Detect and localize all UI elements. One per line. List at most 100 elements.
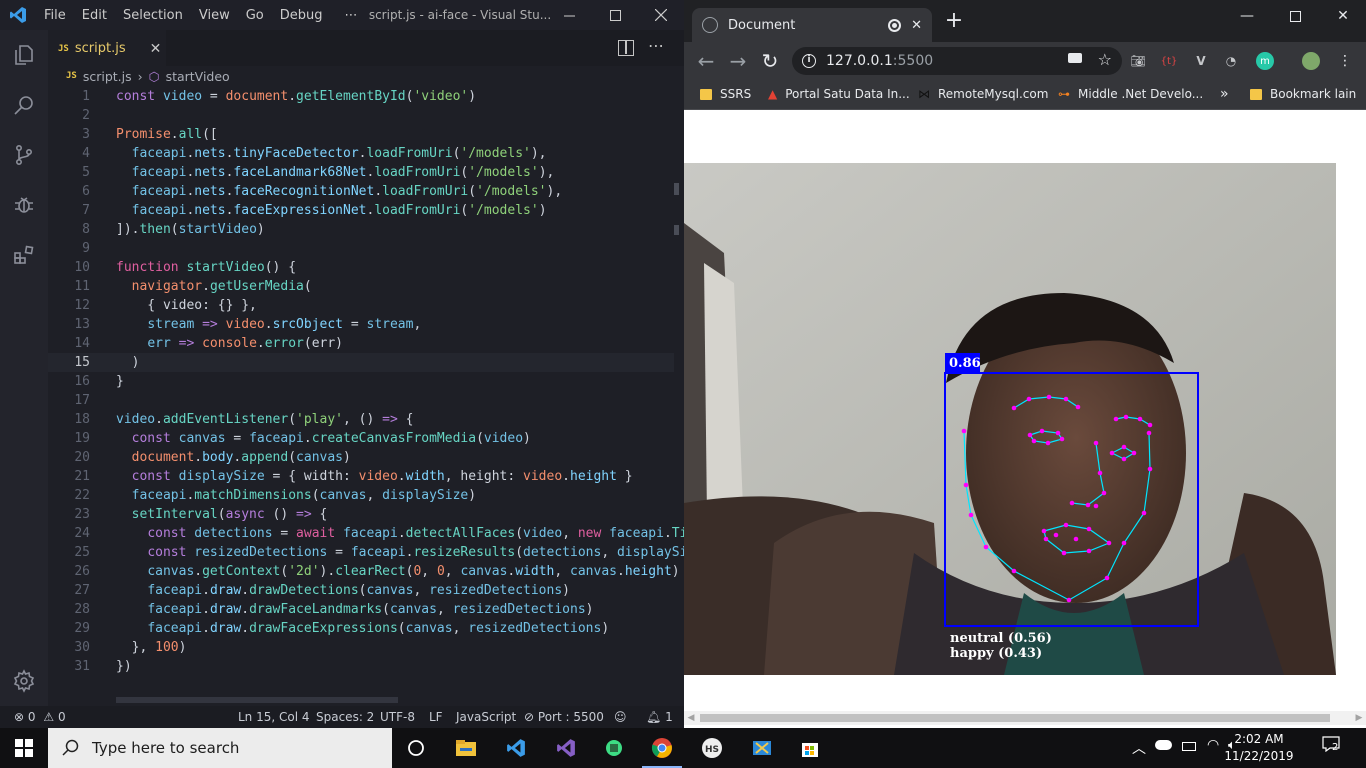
code-line[interactable]: 26 canvas.getContext('2d').clearRect(0, … [48,562,679,581]
battery-icon[interactable] [1182,742,1196,751]
code-line[interactable]: 20 document.body.append(canvas) [48,448,674,467]
code-line[interactable]: 16} [48,372,674,391]
camera-in-use-icon[interactable] [1068,53,1082,63]
code-line[interactable]: 9 [48,239,674,258]
menu-file[interactable]: File [36,8,74,23]
code-line[interactable]: 30 }, 100) [48,638,674,657]
chrome-menu-icon[interactable]: ⋮ [1336,52,1354,70]
bookmarks-overflow-chevron-icon[interactable]: » [1220,80,1229,108]
language-mode[interactable]: JavaScript [456,706,516,728]
show-hidden-icons-chevron[interactable]: ︿ [1132,738,1146,758]
taskbar-search-box[interactable]: Type here to search [48,728,392,768]
menu-go[interactable]: Go [238,8,272,23]
bookmark-other[interactable]: Bookmark lain [1250,80,1356,108]
maximize-button[interactable] [1272,0,1318,32]
debug-icon[interactable] [0,180,48,230]
scroll-right-arrow-icon[interactable]: ▶ [1352,711,1366,725]
search-icon[interactable] [0,80,48,130]
code-line[interactable]: 10 function startVideo() { [48,258,674,277]
forward-arrow-icon[interactable]: → [726,49,750,73]
new-tab-button[interactable]: + [942,10,966,34]
line-ending[interactable]: LF [429,706,443,728]
media-playing-icon[interactable] [888,18,902,32]
split-editor-icon[interactable] [618,40,634,56]
vue-extension-icon[interactable]: V [1192,52,1210,70]
android-studio-icon[interactable] [590,728,638,768]
close-button[interactable] [638,0,684,30]
code-line[interactable]: 4 faceapi.nets.tinyFaceDetector.loadFrom… [48,144,674,163]
problems-indicator[interactable]: ⊗ 0 ⚠ 0 [14,706,66,728]
code-line[interactable]: 14 err => console.error(err) [48,334,674,353]
back-arrow-icon[interactable]: ← [694,49,718,73]
code-line[interactable]: 15 ) [48,353,674,372]
code-line[interactable]: 8]).then(startVideo) [48,220,674,239]
browser-tab[interactable]: Document ✕ [692,8,932,42]
tab-script-js[interactable]: JS script.js ✕ [48,30,166,66]
code-line[interactable]: 7 faceapi.nets.faceExpressionNet.loadFro… [48,201,674,220]
profile-avatar[interactable] [1302,52,1320,70]
file-explorer-icon[interactable] [442,728,490,768]
breadcrumb-file[interactable]: script.js [83,69,132,84]
vscode-taskbar-icon[interactable] [492,728,540,768]
menu-debug[interactable]: Debug [272,8,331,23]
minimize-button[interactable]: — [1224,0,1270,32]
extensions-icon[interactable] [0,230,48,280]
vscode-logo-icon[interactable] [0,0,36,30]
code-line[interactable]: 19 const canvas = faceapi.createCanvasFr… [48,429,674,448]
code-line[interactable]: 23 setInterval(async () => { [48,505,674,524]
scrollbar-thumb[interactable] [700,714,1330,722]
code-line[interactable]: 11 navigator.getUserMedia( [48,277,674,296]
code-line[interactable]: 25 const resizedDetections = faceapi.res… [48,543,684,562]
code-line[interactable]: 28 faceapi.draw.drawFaceLandmarks(canvas… [48,600,674,619]
horizontal-scrollbar[interactable] [116,697,398,703]
m-extension-icon[interactable]: m [1256,52,1274,70]
bookmark-middle-net[interactable]: ⊶ Middle .Net Develo... [1058,80,1203,108]
bookmark-star-icon[interactable]: ☆ [1098,50,1112,69]
site-info-icon[interactable]: i [802,54,816,68]
menu-selection[interactable]: Selection [115,8,191,23]
code-line[interactable]: 24 const detections = await faceapi.dete… [48,524,684,543]
tab-close-icon[interactable]: ✕ [911,18,922,33]
wifi-icon[interactable]: ◠ [1207,737,1219,753]
reload-icon[interactable]: ↻ [758,49,782,73]
code-line[interactable]: 17 [48,391,674,410]
cursor-position[interactable]: Ln 15, Col 4 [238,706,310,728]
tab-close-icon[interactable]: ✕ [150,41,162,57]
more-actions-icon[interactable]: ⋯ [648,36,664,55]
minimize-button[interactable] [546,0,592,30]
visual-studio-icon[interactable] [542,728,590,768]
system-clock[interactable]: 2:02 AM 11/22/2019 [1220,731,1298,765]
code-editor[interactable]: 1 const video = document.getElementById('… [48,86,684,706]
menu-view[interactable]: View [191,8,238,23]
source-control-icon[interactable] [0,130,48,180]
notifications-bell[interactable]: 🔔︎ 1 [646,706,673,728]
code-line[interactable]: 13 stream => video.srcObject = stream, [48,315,674,334]
menu-edit[interactable]: Edit [74,8,115,23]
action-center-button[interactable]: 2 [1322,736,1346,758]
code-line[interactable]: 21 const displaySize = { width: video.wi… [48,467,674,486]
screenshot-extension-icon[interactable]: 📷︎ [1129,52,1147,70]
mouse-extension-icon[interactable]: ◔ [1222,52,1240,70]
code-line[interactable]: 27 faceapi.draw.drawDetections(canvas, r… [48,581,674,600]
code-line[interactable]: 22 faceapi.matchDimensions(canvas, displ… [48,486,674,505]
code-line[interactable]: 31}) [48,657,674,676]
code-line[interactable]: 2 [48,106,674,125]
close-button[interactable]: ✕ [1320,0,1366,32]
code-line[interactable]: 12 { video: {} }, [48,296,674,315]
bookmark-remotemysql[interactable]: ⋈ RemoteMysql.com [918,80,1048,108]
code-line[interactable]: 3 Promise.all([ [48,125,674,144]
start-button[interactable] [0,728,48,768]
code-line[interactable]: 1 const video = document.getElementById('… [48,87,674,106]
heidisql-icon[interactable]: HS [688,728,736,768]
snipping-tool-icon[interactable] [738,728,786,768]
feedback-smiley-icon[interactable]: ☺ [614,706,627,728]
bookmark-ssrs[interactable]: SSRS [700,80,751,108]
chrome-taskbar-icon[interactable] [638,728,686,768]
live-server-port[interactable]: ⊘ Port : 5500 [524,706,604,728]
code-line[interactable]: 29 faceapi.draw.drawFaceExpressions(canv… [48,619,674,638]
microsoft-store-icon[interactable] [786,728,834,768]
task-view-icon[interactable] [392,728,440,768]
bookmark-portal[interactable]: ▲ Portal Satu Data In... [768,80,910,108]
code-line[interactable]: 5 faceapi.nets.faceLandmark68Net.loadFro… [48,163,674,182]
breadcrumb-symbol[interactable]: startVideo [166,69,230,84]
